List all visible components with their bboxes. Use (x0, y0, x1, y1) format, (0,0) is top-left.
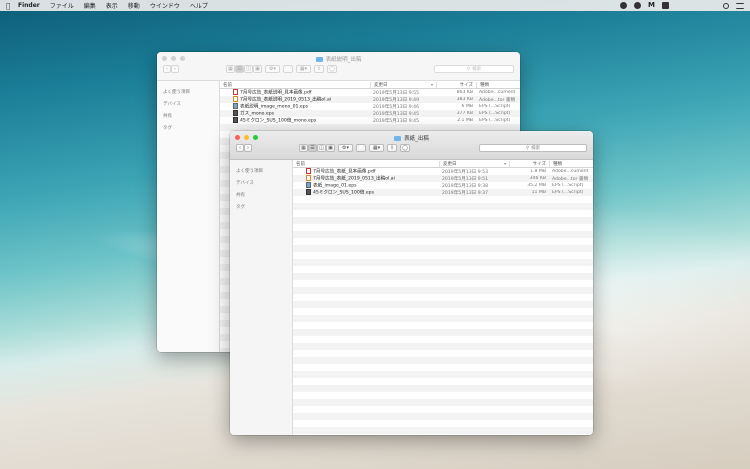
sort-arrow-icon: ▾ (430, 81, 433, 87)
sidebar-section-tags[interactable]: タグ (230, 201, 292, 213)
column-size[interactable]: サイズ (509, 160, 549, 167)
share-button[interactable]: ⇧ (387, 144, 397, 152)
file-row[interactable]: 45ミクロン_SUS_100倍_mono.eps 2019年5月13日 9:45… (220, 117, 520, 124)
column-name[interactable]: 名前 (293, 161, 439, 167)
menu-edit[interactable]: 編集 (84, 1, 96, 10)
sidebar-section-devices[interactable]: デバイス (157, 98, 219, 110)
column-header: 名前 変更日 ▾ サイズ 種類 (220, 81, 520, 89)
file-row[interactable]: 45ミクロン_SUS_100倍.eps 2019年5月13日 9:37 11 M… (293, 189, 593, 196)
menu-help[interactable]: ヘルプ (190, 1, 208, 10)
sidebar-section-favorites[interactable]: よく使う項目 (157, 86, 219, 98)
arrange-button[interactable]: ▦▾ (296, 65, 311, 73)
eps-image-icon (306, 182, 311, 189)
toolbar: ‹ › ▦ ☰ ◫ ▣ ⚙▾ 🗀 ▦▾ ⇧ ◯ ⚲ 検索 (163, 65, 514, 73)
menu-app-finder[interactable]: Finder (18, 2, 40, 9)
column-header: 名前 変更日 ▾ サイズ 種類 (293, 160, 593, 168)
icon-view-button[interactable]: ▦ (299, 144, 308, 152)
sort-arrow-icon: ▾ (503, 160, 506, 166)
menu-go[interactable]: 移動 (128, 1, 140, 10)
action-gear-button[interactable]: ⚙▾ (265, 65, 280, 73)
tag-button[interactable]: ◯ (327, 65, 337, 73)
column-view-button[interactable]: ◫ (317, 144, 326, 152)
gallery-view-button[interactable]: ▣ (253, 65, 262, 73)
ai-file-icon (233, 96, 238, 103)
eps-image-icon (233, 103, 238, 110)
file-row[interactable]: 表紙_image_01.eps 2019年5月13日 9:38 35.2 MB … (293, 182, 593, 189)
menu-extras: M (620, 2, 744, 9)
adobe-creative-cloud-icon[interactable]: M (648, 2, 655, 9)
search-icon: ⚲ (466, 66, 471, 72)
folder-icon (315, 56, 323, 62)
file-row[interactable]: 7月号広告_表紙_見本画像.pdf 2019年5月13日 9:53 1.8 MB… (293, 168, 593, 175)
file-row[interactable]: 7月号広告_表紙説明_見本画像.pdf 2019年5月13日 9:55 863 … (220, 89, 520, 96)
column-view-button[interactable]: ◫ (244, 65, 253, 73)
eps-file-icon (233, 117, 238, 124)
sidebar: よく使う項目 デバイス 共有 タグ (157, 81, 220, 352)
window-titlebar[interactable]: 表紙_出稿 ‹ › ▦ ☰ ◫ ▣ ⚙▾ 🗀 ▦▾ ⇧ ◯ ⚲ 検索 (230, 131, 593, 160)
new-folder-button[interactable]: 🗀 (283, 65, 293, 73)
window-titlebar[interactable]: 表紙説明_出稿 ‹ › ▦ ☰ ◫ ▣ ⚙▾ 🗀 ▦▾ ⇧ ◯ ⚲ 検索 (157, 52, 520, 81)
sidebar-section-shared[interactable]: 共有 (157, 110, 219, 122)
menu-bar:  Finder ファイル 編集 表示 移動 ウインドウ ヘルプ M (0, 0, 750, 11)
finder-window-front[interactable]: 表紙_出稿 ‹ › ▦ ☰ ◫ ▣ ⚙▾ 🗀 ▦▾ ⇧ ◯ ⚲ 検索 よく使う項… (230, 131, 593, 435)
column-kind[interactable]: 種類 (549, 160, 593, 167)
window-title: 表紙説明_出稿 (157, 55, 520, 63)
search-icon: ⚲ (525, 145, 530, 151)
search-input[interactable]: ⚲ 検索 (479, 144, 587, 152)
sidebar-section-shared[interactable]: 共有 (230, 189, 292, 201)
column-kind[interactable]: 種類 (476, 81, 520, 88)
gallery-view-button[interactable]: ▣ (326, 144, 335, 152)
column-date[interactable]: 変更日 ▾ (370, 81, 436, 88)
eps-file-icon (306, 189, 311, 196)
arrange-button[interactable]: ▦▾ (369, 144, 384, 152)
forward-nav-button[interactable]: › (171, 65, 179, 73)
sidebar-section-tags[interactable]: タグ (157, 122, 219, 134)
file-row[interactable]: 7月号広告_表紙_2019_0513_出稿ol.ai 2019年5月13日 9:… (293, 175, 593, 182)
icon-view-button[interactable]: ▦ (226, 65, 235, 73)
column-size[interactable]: サイズ (436, 81, 476, 88)
new-folder-button[interactable]: 🗀 (356, 144, 366, 152)
search-input[interactable]: ⚲ 検索 (434, 65, 514, 73)
list-view-button[interactable]: ☰ (308, 144, 317, 152)
action-gear-button[interactable]: ⚙▾ (338, 144, 353, 152)
file-row[interactable]: ガス_mono.eps 2019年5月13日 9:45 377 KB EPS (… (220, 110, 520, 117)
sidebar-section-devices[interactable]: デバイス (230, 177, 292, 189)
menu-file[interactable]: ファイル (50, 1, 74, 10)
file-rows: 7月号広告_表紙_見本画像.pdf 2019年5月13日 9:53 1.8 MB… (293, 168, 593, 435)
tag-button[interactable]: ◯ (400, 144, 410, 152)
menu-window[interactable]: ウインドウ (150, 1, 180, 10)
status-square-icon[interactable] (662, 2, 669, 9)
window-title: 表紙_出稿 (230, 134, 593, 142)
eps-file-icon (233, 110, 238, 117)
toolbar: ‹ › ▦ ☰ ◫ ▣ ⚙▾ 🗀 ▦▾ ⇧ ◯ ⚲ 検索 (236, 144, 587, 152)
share-button[interactable]: ⇧ (314, 65, 324, 73)
menu-view[interactable]: 表示 (106, 1, 118, 10)
spotlight-search-icon[interactable] (723, 2, 729, 9)
column-date[interactable]: 変更日 ▾ (439, 160, 509, 167)
ai-file-icon (306, 175, 311, 182)
folder-icon (394, 135, 402, 141)
pdf-file-icon (233, 89, 238, 96)
list-view-button[interactable]: ☰ (235, 65, 244, 73)
file-row[interactable]: 7月号広告_表紙説明_2019_0513_出稿ol.ai 2019年5月13日 … (220, 96, 520, 103)
apple-menu-icon[interactable]:  (6, 2, 18, 10)
file-list: 名前 変更日 ▾ サイズ 種類 7月号広告_表紙_見本画像.pdf 2019年5月… (293, 160, 593, 435)
sidebar-section-favorites[interactable]: よく使う項目 (230, 165, 292, 177)
pdf-file-icon (306, 168, 311, 175)
back-nav-button[interactable]: ‹ (236, 144, 244, 152)
status-circle-icon[interactable] (620, 2, 628, 9)
file-row[interactable]: 表紙説明_image_mono_01.eps 2019年5月13日 9:46 6… (220, 103, 520, 110)
status-circle-icon[interactable] (634, 2, 642, 9)
column-name[interactable]: 名前 (220, 82, 370, 88)
sidebar: よく使う項目 デバイス 共有 タグ (230, 160, 293, 435)
forward-nav-button[interactable]: › (244, 144, 252, 152)
back-nav-button[interactable]: ‹ (163, 65, 171, 73)
notification-center-icon[interactable] (736, 2, 744, 9)
